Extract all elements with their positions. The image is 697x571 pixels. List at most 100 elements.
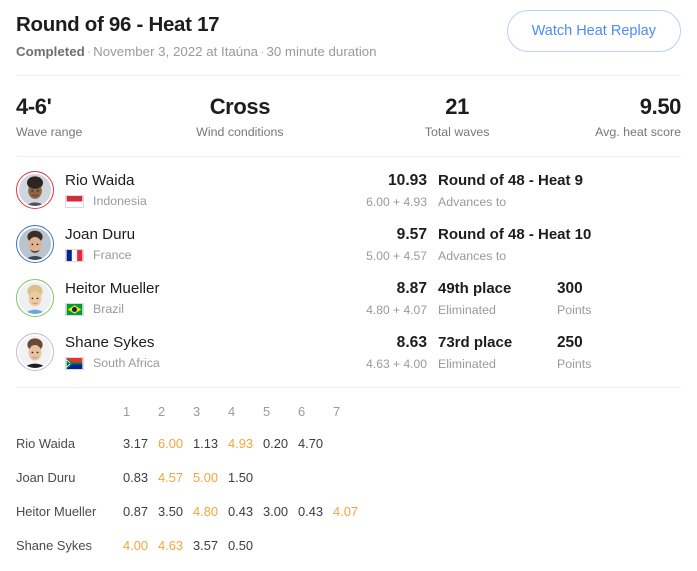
score-column: 9.57 5.00 + 4.57 [315,225,427,264]
country-name: Brazil [93,302,124,316]
wave-score: 4.80 [193,503,219,519]
points-label: Points [557,356,592,371]
heat-total-score: 10.93 [387,171,427,189]
country-name: South Africa [93,356,160,370]
points-column [549,188,681,193]
surfer-row[interactable]: Joan Duru France 9.57 5.00 + 4.57 Round … [16,217,681,271]
page-title: Round of 96 - Heat 17 [16,13,220,36]
wave-table-spacer [368,396,681,426]
heat-stats: 4-6' Wave range Cross Wind conditions 21… [0,76,697,156]
brazil-flag-icon [65,303,84,316]
table-row: Heitor Mueller 0.87 3.50 4.80 0.43 3.00 … [16,494,681,528]
stat-wind-conditions: Cross Wind conditions [165,94,354,140]
wave-score: 1.13 [193,435,219,451]
score-breakdown: 4.63 + 4.00 [366,356,427,371]
watch-heat-replay-button[interactable]: Watch Heat Replay [506,10,681,52]
wave-score: 0.43 [228,503,254,519]
result-destination: 73rd place [438,333,513,351]
wave-score: 4.00 [123,537,149,553]
avatar-ring [16,171,54,209]
result-status: Eliminated [438,356,496,371]
surfer-name: Shane Sykes [65,334,155,351]
avatar-ring [16,225,54,263]
result-status: Advances to [438,194,507,209]
wave-score: 3.00 [263,503,289,519]
surfer-country: Indonesia [65,194,315,209]
stat-value: 9.50 [639,94,682,119]
surfer-identity: Rio Waida Indonesia [65,171,315,209]
result-column: Round of 48 - Heat 10 Advances to [427,225,592,264]
stat-value: 21 [445,94,469,119]
surfer-row[interactable]: Heitor Mueller Brazil 8.87 4.80 + 4.07 4… [16,271,681,325]
avatar [19,336,51,368]
wave-table-spacer [368,494,681,528]
result-destination: 49th place [438,279,512,297]
surfer-country: Brazil [65,302,315,317]
heat-date: November 3, 2022 at Itaúna [93,44,258,59]
wave-score: 3.17 [123,435,149,451]
wave-score: 0.50 [228,537,254,553]
wave-table-spacer [368,460,681,494]
avatar-ring [16,279,54,317]
points-value: 250 [557,333,583,351]
wave-column-header: 5 [263,403,271,419]
table-row: Rio Waida 3.17 6.00 1.13 4.93 0.20 4.70 [16,426,681,460]
separator-dot: · [86,44,92,59]
result-status: Advances to [438,248,507,263]
wave-score: 4.57 [158,469,184,485]
surfer-identity: Joan Duru France [65,225,315,263]
stat-avg-heat-score: 9.50 Avg. heat score [532,94,681,140]
heat-header-text: Round of 96 - Heat 17 Completed · November… [16,10,377,61]
surfer-name: Joan Duru [65,226,136,243]
score-column: 8.63 4.63 + 4.00 [315,333,427,372]
wave-score: 4.07 [333,503,359,519]
surfer-list: Rio Waida Indonesia 10.93 6.00 + 4.93 Ro… [0,157,697,387]
result-destination: Round of 48 - Heat 9 [438,171,584,189]
wave-score: 4.70 [298,435,324,451]
wave-score: 3.50 [158,503,184,519]
wave-column-header: 3 [193,403,201,419]
points-column [549,242,681,247]
surfer-country: South Africa [65,356,315,371]
result-destination: Round of 48 - Heat 10 [438,225,592,243]
heat-total-score: 9.57 [396,225,427,243]
stat-label: Wind conditions [196,125,284,139]
avatar [19,174,51,206]
heat-duration: 30 minute duration [266,44,377,59]
surfer-country: France [65,248,315,263]
heat-subtitle: Completed · November 3, 2022 at Itaúna · 30 … [16,43,377,61]
points-value: 300 [557,279,583,297]
surfer-row[interactable]: Rio Waida Indonesia 10.93 6.00 + 4.93 Ro… [16,163,681,217]
indonesia-flag-icon [65,195,84,208]
wave-score: 4.93 [228,435,254,451]
status-badge: Completed [16,44,85,59]
wave-score: 0.83 [123,469,149,485]
avatar [19,282,51,314]
wave-table-spacer [368,426,681,460]
wave-score [263,460,298,494]
points-column: 300 Points [549,279,681,318]
result-status: Eliminated [438,302,496,317]
wave-score [263,528,298,562]
heat-result-page: Round of 96 - Heat 17 Completed · November… [0,0,697,571]
wave-score [298,528,333,562]
wave-score [333,460,368,494]
score-breakdown: 4.80 + 4.07 [366,302,427,317]
wave-score [333,528,368,562]
france-flag-icon [65,249,84,262]
score-breakdown: 5.00 + 4.57 [366,248,427,263]
points-label: Points [557,302,592,317]
wave-score: 0.43 [298,503,324,519]
wave-score [298,460,333,494]
heat-total-score: 8.63 [396,333,427,351]
stat-value: 4-6' [16,94,52,119]
avatar-ring [16,333,54,371]
wave-row-surfer-name: Rio Waida [16,435,75,451]
wave-column-header: 6 [298,403,306,419]
score-breakdown: 6.00 + 4.93 [366,194,427,209]
surfer-row[interactable]: Shane Sykes South Africa 8.63 4.63 + 4.0… [16,325,681,379]
heat-total-score: 8.87 [396,279,427,297]
country-name: France [93,248,132,262]
wave-score: 1.50 [228,469,254,485]
wave-table-corner [16,396,123,426]
